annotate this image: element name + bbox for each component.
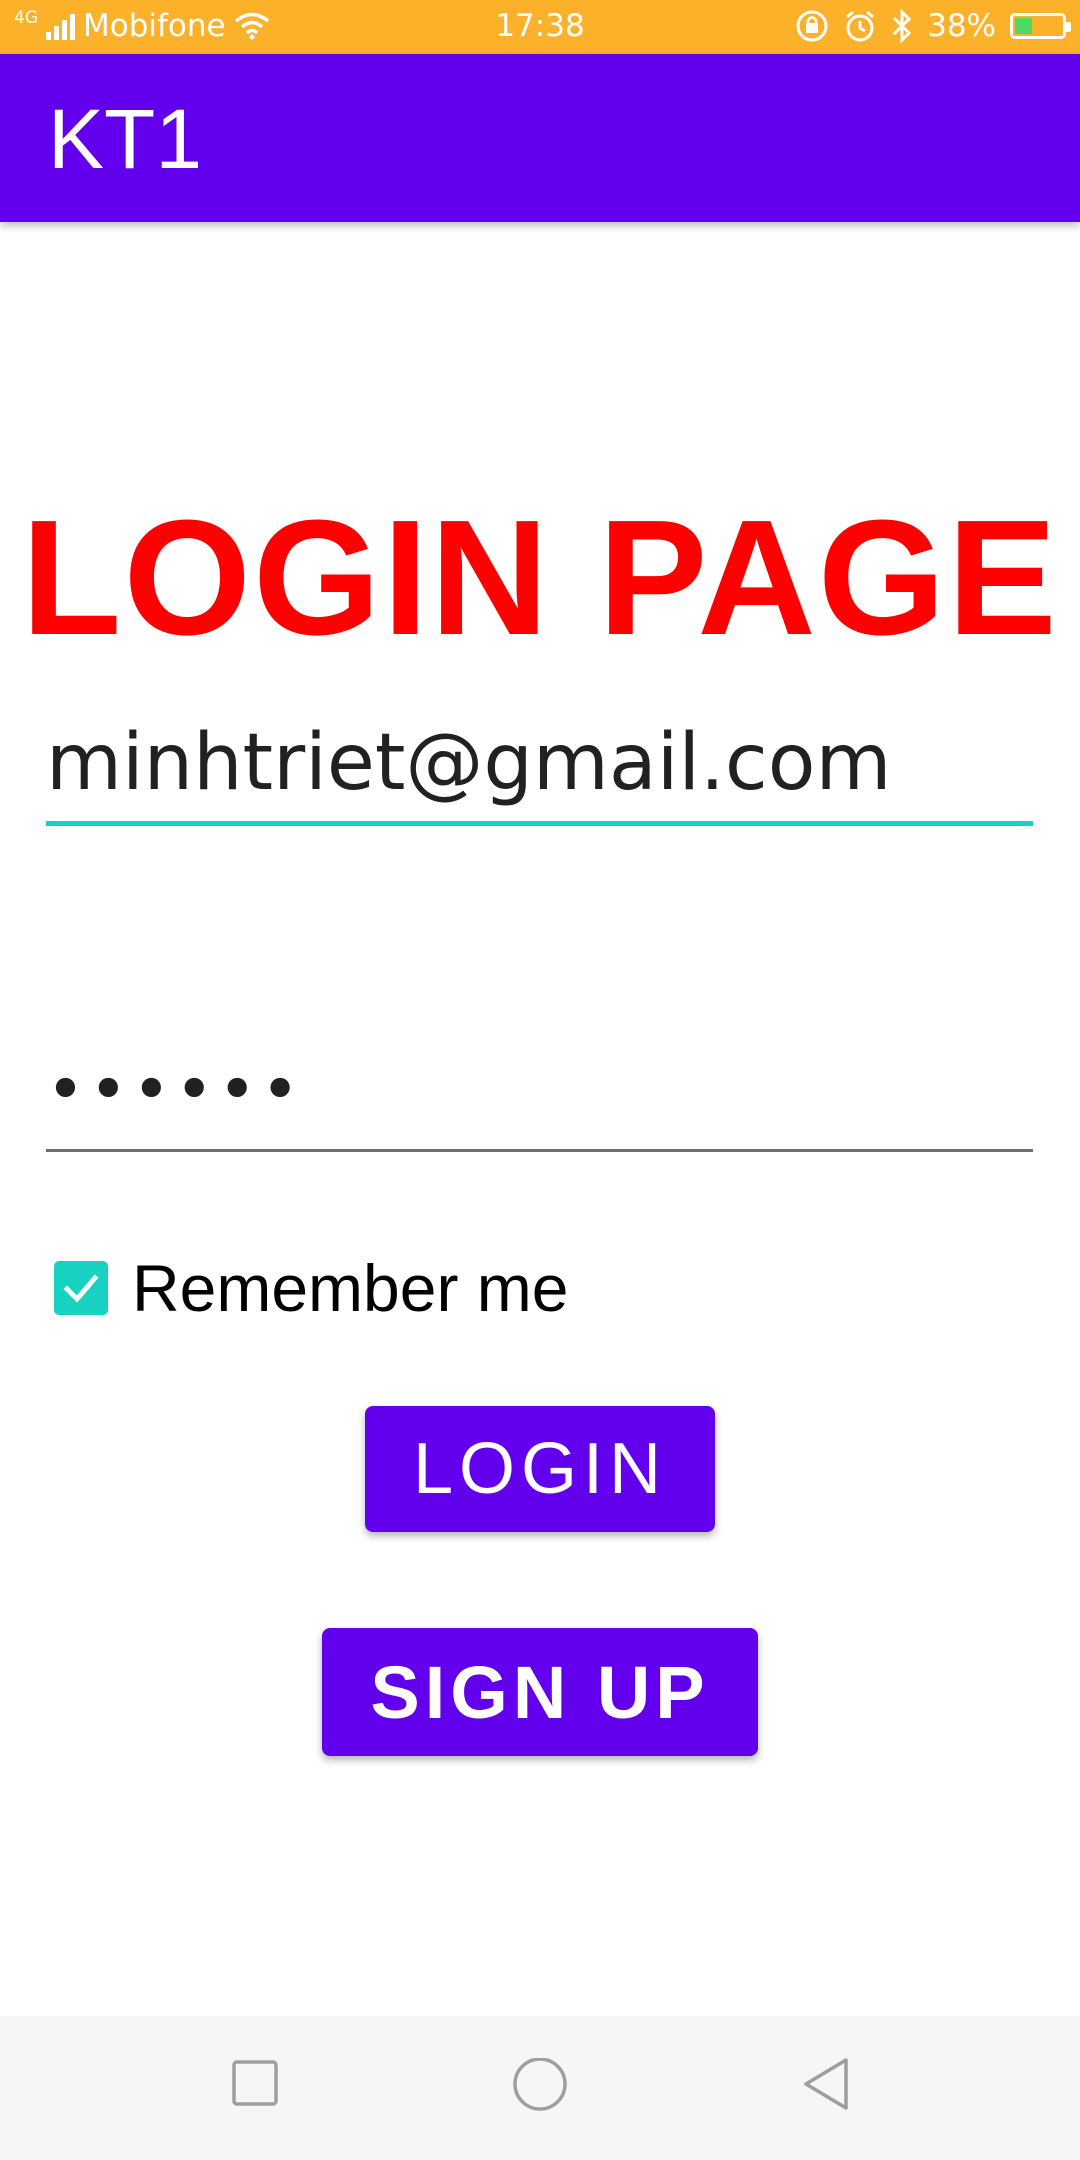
- battery-percent: 38%: [927, 8, 996, 44]
- screen: 4G Mobifone 17:38 38% KT1 LOGIN PAGE min…: [0, 0, 1080, 2160]
- email-value[interactable]: minhtriet@gmail.com: [46, 708, 1033, 818]
- signup-button[interactable]: SIGN UP: [322, 1628, 758, 1756]
- rotation-lock-icon: [796, 10, 828, 42]
- login-button[interactable]: LOGIN: [365, 1406, 715, 1532]
- home-icon[interactable]: [510, 2058, 570, 2118]
- email-field[interactable]: minhtriet@gmail.com: [46, 708, 1033, 826]
- battery-fill: [1015, 18, 1032, 34]
- remember-me-row[interactable]: Remember me: [54, 1250, 568, 1326]
- app-bar: KT1: [0, 54, 1080, 222]
- back-icon[interactable]: [802, 2058, 852, 2114]
- remember-me-checkbox[interactable]: [54, 1261, 108, 1315]
- email-underline: [46, 821, 1033, 826]
- remember-me-label[interactable]: Remember me: [132, 1250, 568, 1326]
- login-heading: LOGIN PAGE: [21, 486, 1059, 669]
- navigation-bar: [0, 2016, 1080, 2160]
- status-bar: 4G Mobifone 17:38 38%: [0, 0, 1080, 54]
- alarm-icon: [846, 10, 875, 42]
- battery-charging-icon: [1010, 13, 1071, 39]
- check-icon: [63, 1274, 99, 1303]
- bluetooth-icon: [893, 9, 912, 43]
- password-field[interactable]: ••••••: [46, 1050, 1033, 1152]
- status-right: 38%: [795, 8, 1071, 44]
- recents-icon[interactable]: [232, 2058, 278, 2110]
- app-title: KT1: [48, 92, 203, 186]
- password-underline: [46, 1149, 1033, 1152]
- password-value[interactable]: ••••••: [46, 1050, 1033, 1130]
